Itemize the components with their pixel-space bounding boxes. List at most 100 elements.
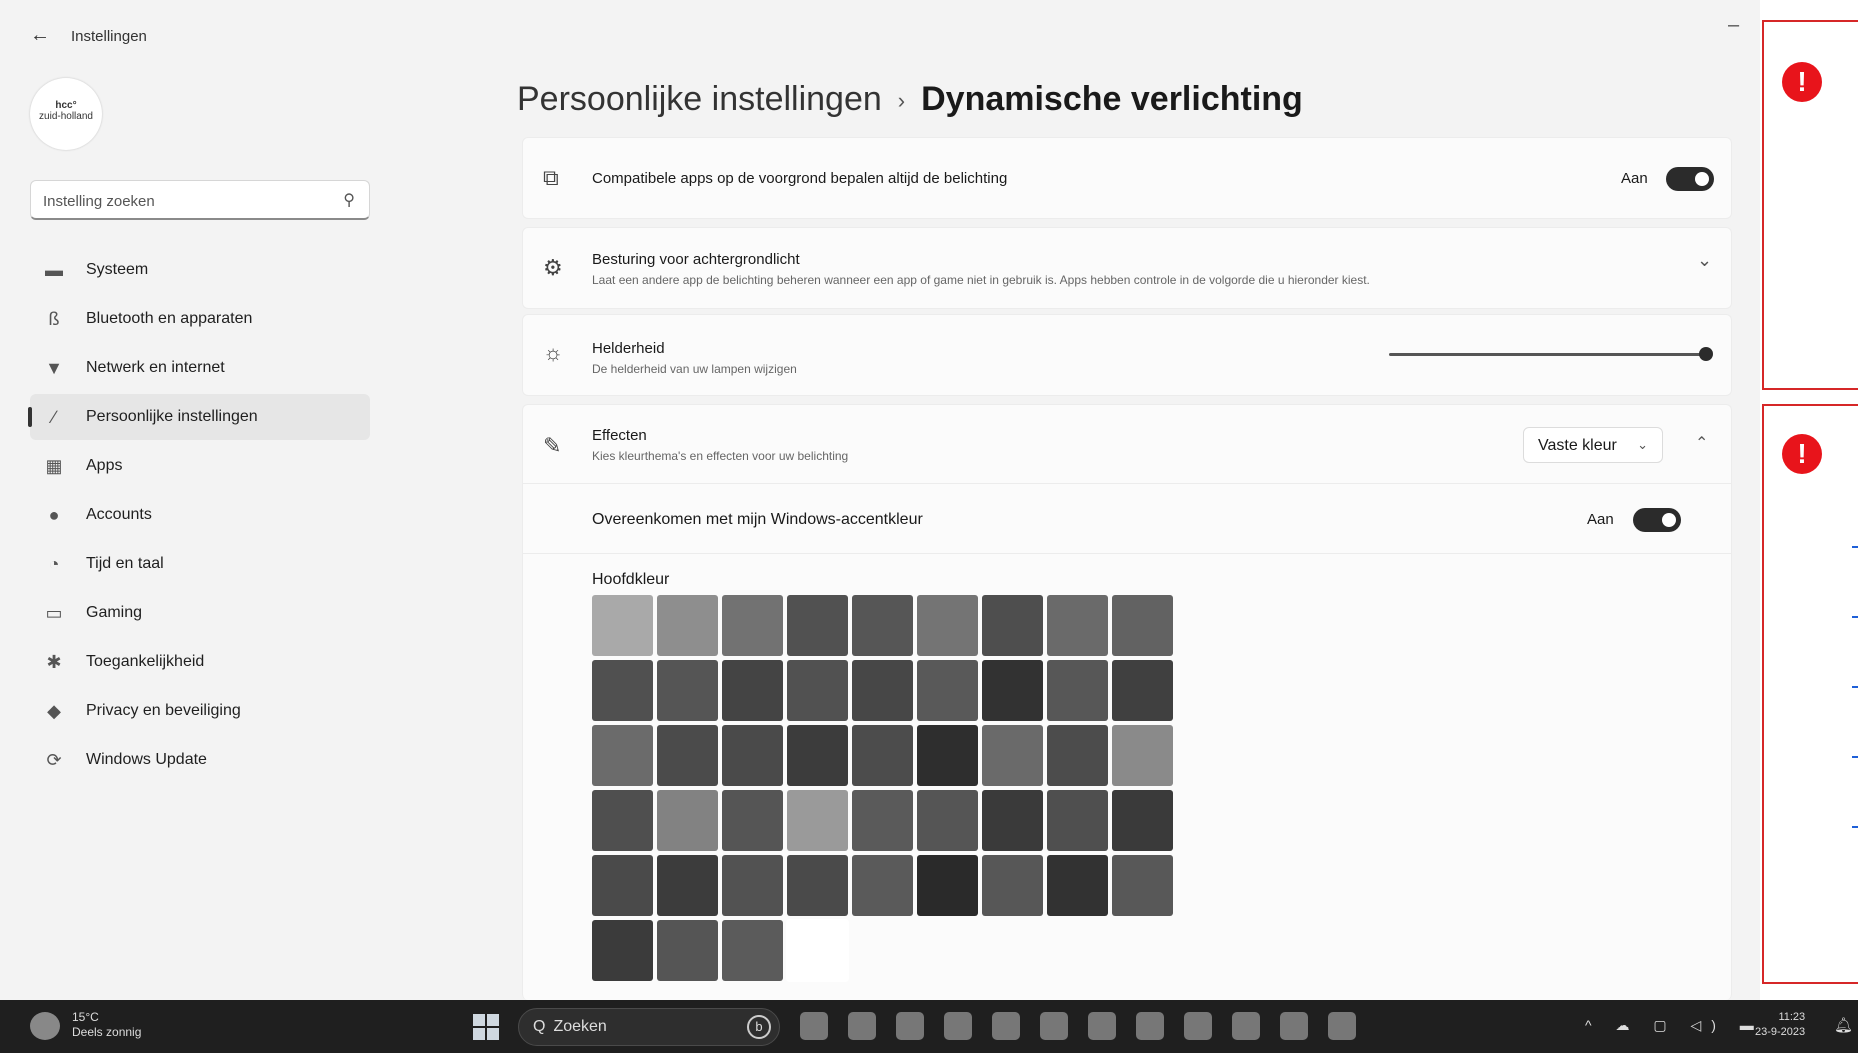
teams-icon[interactable] [848, 1012, 876, 1040]
brightness-slider-thumb[interactable] [1699, 347, 1713, 361]
excel-icon[interactable] [1040, 1012, 1068, 1040]
color-swatch[interactable] [657, 660, 718, 721]
color-swatch[interactable] [917, 660, 978, 721]
photos-icon[interactable] [1088, 1012, 1116, 1040]
sidebar-item-systeem[interactable]: ▬ Systeem [30, 247, 370, 293]
color-swatch[interactable] [592, 855, 653, 916]
color-swatch[interactable] [1112, 660, 1173, 721]
color-swatch[interactable] [982, 725, 1043, 786]
color-swatch[interactable] [982, 660, 1043, 721]
color-swatch[interactable] [592, 920, 653, 981]
color-swatch[interactable] [787, 790, 848, 851]
background-lighting-card[interactable]: ⚙ Besturing voor achtergrondlicht Laat e… [522, 227, 1732, 309]
app2-icon[interactable] [1232, 1012, 1260, 1040]
color-swatch[interactable] [982, 595, 1043, 656]
logo-line2: zuid-holland [39, 111, 93, 122]
color-swatch[interactable] [1112, 855, 1173, 916]
brightness-slider[interactable] [1389, 353, 1707, 356]
bing-icon[interactable]: b [747, 1015, 771, 1039]
start-button[interactable] [473, 1014, 499, 1040]
color-swatch[interactable] [722, 595, 783, 656]
sidebar-item-windows[interactable]: ⟳ Windows Update [30, 737, 370, 783]
color-swatch[interactable] [852, 595, 913, 656]
explorer-icon[interactable] [944, 1012, 972, 1040]
color-swatch[interactable] [592, 725, 653, 786]
color-swatch[interactable] [592, 660, 653, 721]
weather-widget[interactable]: 15°C Deels zonnig [30, 1010, 141, 1040]
color-swatch[interactable] [722, 660, 783, 721]
weather-temp: 15°C [72, 1010, 99, 1024]
accent-toggle[interactable] [1633, 508, 1681, 532]
sidebar-item-tijd[interactable]: ◔ Tijd en taal [30, 541, 370, 587]
app3-icon[interactable] [1280, 1012, 1308, 1040]
settings-icon[interactable] [1328, 1012, 1356, 1040]
foreground-toggle[interactable] [1666, 167, 1714, 191]
color-swatch[interactable] [1047, 790, 1108, 851]
color-swatch[interactable] [722, 725, 783, 786]
color-swatch[interactable] [852, 660, 913, 721]
minimize-button[interactable]: – [1728, 14, 1739, 37]
color-swatch[interactable] [1112, 790, 1173, 851]
color-swatch[interactable] [592, 595, 653, 656]
settings-search-input[interactable]: Instelling zoeken ⚲ [30, 180, 370, 220]
sidebar-item-apps[interactable]: ▦ Apps [30, 443, 370, 489]
color-swatch[interactable] [722, 855, 783, 916]
chevron-up-icon[interactable]: ⌃ [1695, 433, 1708, 453]
color-swatch[interactable] [1047, 855, 1108, 916]
color-swatch[interactable] [657, 920, 718, 981]
color-swatch[interactable] [787, 660, 848, 721]
color-swatch[interactable] [917, 595, 978, 656]
sidebar-item-netwerk[interactable]: ▼ Netwerk en internet [30, 345, 370, 391]
color-swatch[interactable] [786, 919, 849, 982]
color-swatch[interactable] [657, 855, 718, 916]
color-swatch[interactable] [722, 790, 783, 851]
color-swatch[interactable] [1112, 595, 1173, 656]
color-swatch[interactable] [657, 725, 718, 786]
back-arrow-icon[interactable]: ← [30, 24, 50, 47]
color-swatch[interactable] [852, 725, 913, 786]
effect-dropdown[interactable]: Vaste kleur ⌄ [1523, 427, 1663, 463]
sidebar-item-toegankelijkheid[interactable]: ✱ Toegankelijkheid [30, 639, 370, 685]
breadcrumb-parent[interactable]: Persoonlijke instellingen [517, 80, 882, 118]
color-swatch[interactable] [657, 790, 718, 851]
notification-bell-icon[interactable]: 🔔︎ [1834, 1016, 1853, 1034]
word-icon[interactable] [1136, 1012, 1164, 1040]
color-swatch[interactable] [1047, 595, 1108, 656]
color-swatch[interactable] [1047, 660, 1108, 721]
color-swatch[interactable] [592, 790, 653, 851]
color-swatch[interactable] [1112, 725, 1173, 786]
color-swatch[interactable] [917, 855, 978, 916]
color-swatch[interactable] [852, 855, 913, 916]
sidebar-item-privacy[interactable]: ◆ Privacy en beveiliging [30, 688, 370, 734]
sidebar-item-label: Systeem [86, 261, 149, 278]
taskview-icon[interactable] [800, 1012, 828, 1040]
system-tray[interactable]: ^ ☁ ▢ ◁) ▬ [1585, 1017, 1764, 1034]
color-swatch[interactable] [1047, 725, 1108, 786]
color-swatch[interactable] [787, 725, 848, 786]
sidebar-item-bluetooth[interactable]: ß Bluetooth en apparaten [30, 296, 370, 342]
taskbar-search[interactable]: Q Zoeken b [518, 1008, 780, 1046]
color-swatch[interactable] [787, 855, 848, 916]
color-swatch[interactable] [982, 790, 1043, 851]
clock-time: 11:23 [1778, 1011, 1806, 1023]
sidebar-item-accounts[interactable]: ● Accounts [30, 492, 370, 538]
color-swatch[interactable] [722, 920, 783, 981]
chevron-down-icon[interactable]: ⌄ [1697, 250, 1712, 271]
edge-icon[interactable] [896, 1012, 924, 1040]
color-swatch[interactable] [982, 855, 1043, 916]
color-swatch[interactable] [657, 595, 718, 656]
foreground-apps-title: Compatibele apps op de voorgrond bepalen… [592, 170, 1008, 187]
onenote-icon[interactable] [992, 1012, 1020, 1040]
color-swatch[interactable] [917, 790, 978, 851]
color-swatch[interactable] [852, 790, 913, 851]
clock[interactable]: 11:23 23-9-2023 [1755, 1010, 1805, 1040]
color-swatch[interactable] [787, 595, 848, 656]
title-bar: ← Instellingen – [0, 0, 1760, 70]
color-swatch[interactable] [917, 725, 978, 786]
sidebar-item-gaming[interactable]: ▭ Gaming [30, 590, 370, 636]
shield-icon: ◆ [47, 700, 61, 721]
search-icon: ⚲ [343, 192, 355, 209]
app-icon[interactable] [1184, 1012, 1212, 1040]
sidebar-item-persoonlijke[interactable]: ∕ Persoonlijke instellingen [28, 394, 370, 440]
avatar[interactable]: hcc° zuid-holland [30, 78, 102, 150]
